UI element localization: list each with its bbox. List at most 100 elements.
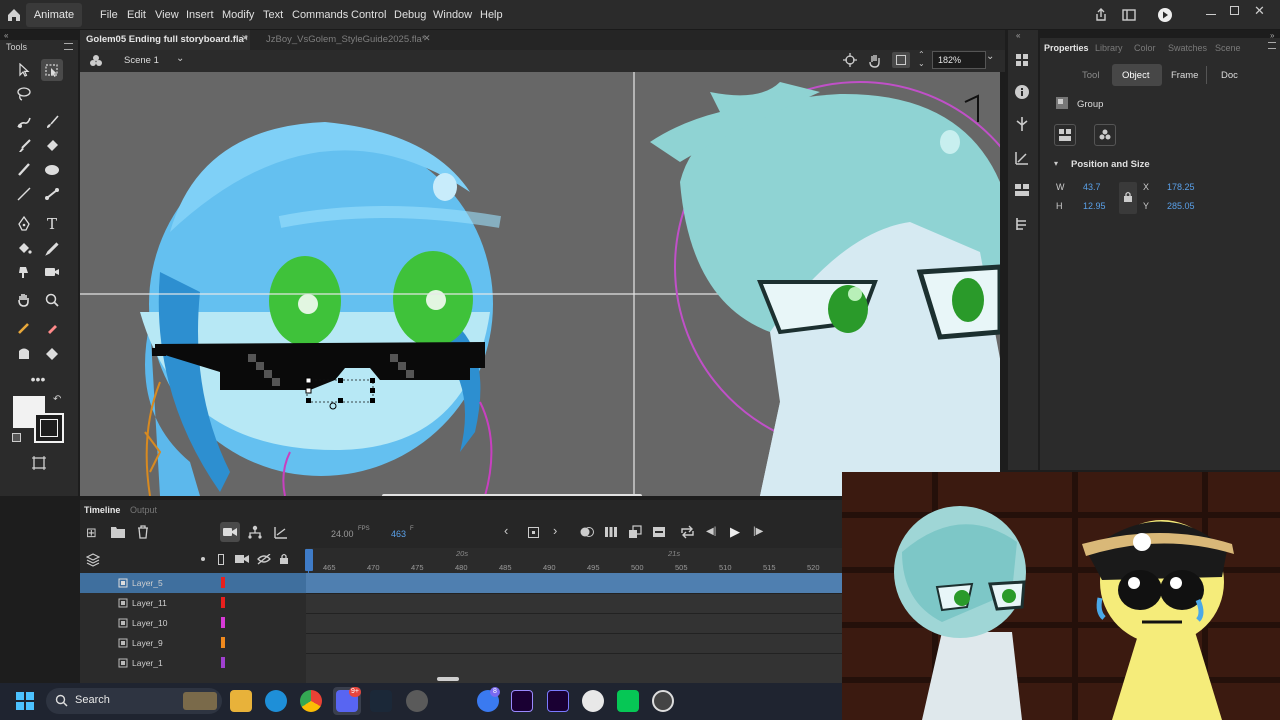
hand-tool-icon[interactable] bbox=[13, 289, 35, 311]
paint-bucket-icon[interactable] bbox=[13, 237, 35, 259]
share-icon[interactable] bbox=[1094, 8, 1108, 22]
camera-tool-icon[interactable] bbox=[41, 261, 63, 283]
width-field[interactable]: 43.7 bbox=[1083, 182, 1101, 192]
layer-row[interactable]: Layer_10 bbox=[80, 613, 306, 633]
section-title[interactable]: Position and Size bbox=[1071, 159, 1150, 170]
new-layer-icon[interactable]: ⊞ bbox=[86, 525, 97, 541]
visibility-icon[interactable] bbox=[257, 554, 271, 565]
delete-icon[interactable] bbox=[137, 525, 149, 539]
object-drawing-icon[interactable] bbox=[13, 343, 35, 365]
layer-color-swatch[interactable] bbox=[221, 637, 225, 648]
parenting-icon[interactable] bbox=[248, 525, 262, 539]
steam-icon[interactable] bbox=[370, 690, 392, 712]
taskbar-search[interactable]: Search bbox=[46, 688, 222, 714]
tab-styleguide[interactable]: JzBoy_VsGolem_StyleGuide2025.fla* bbox=[260, 30, 435, 50]
maximize-icon[interactable] bbox=[1230, 6, 1239, 15]
lock-icon[interactable] bbox=[279, 553, 289, 565]
lock-ratio-button[interactable] bbox=[1119, 182, 1137, 214]
menu-debug[interactable]: Debug bbox=[394, 0, 426, 30]
collapse-right-icon[interactable]: » bbox=[1270, 31, 1274, 40]
snap-icon[interactable] bbox=[41, 343, 63, 365]
timeline-scrollbar[interactable] bbox=[437, 677, 459, 681]
insert-keyframe-icon[interactable] bbox=[528, 527, 539, 538]
x-field[interactable]: 178.25 bbox=[1167, 182, 1195, 192]
components-icon[interactable] bbox=[1014, 182, 1030, 198]
tab-scene[interactable]: Scene bbox=[1215, 43, 1241, 53]
animate-icon[interactable] bbox=[511, 690, 533, 712]
layer-color-swatch[interactable] bbox=[221, 597, 225, 608]
step-back-icon[interactable]: ◀| bbox=[706, 526, 716, 537]
stage-canvas[interactable] bbox=[80, 72, 1000, 496]
subtab-tool[interactable]: Tool bbox=[1082, 70, 1099, 81]
play-icon[interactable]: ▶ bbox=[730, 524, 740, 540]
home-icon[interactable] bbox=[6, 7, 22, 23]
new-folder-icon[interactable] bbox=[111, 526, 125, 538]
layers-icon[interactable] bbox=[86, 553, 100, 567]
motion-presets-icon[interactable] bbox=[1014, 116, 1030, 132]
stroke-color-icon[interactable] bbox=[13, 317, 35, 339]
menu-text[interactable]: Text bbox=[263, 0, 283, 30]
menu-control[interactable]: Control bbox=[351, 0, 386, 30]
more-tools-icon[interactable]: ••• bbox=[27, 368, 49, 390]
pen-tool-icon[interactable] bbox=[13, 213, 35, 235]
scene-label[interactable]: Scene 1 bbox=[124, 55, 159, 66]
break-apart-button[interactable] bbox=[1054, 124, 1076, 146]
create-tween-icon[interactable] bbox=[652, 525, 666, 539]
center-stage-icon[interactable] bbox=[843, 53, 857, 67]
tab-close-icon[interactable]: ✕ bbox=[241, 33, 249, 44]
menu-modify[interactable]: Modify bbox=[222, 0, 254, 30]
panel-menu-icon[interactable] bbox=[1268, 42, 1276, 49]
bone-tool-icon[interactable] bbox=[41, 183, 63, 205]
eraser-tool-icon[interactable] bbox=[41, 135, 63, 157]
sync-symbols-icon[interactable] bbox=[628, 525, 642, 539]
zoom-tool-icon[interactable] bbox=[41, 289, 63, 311]
zoom-dropdown-icon[interactable]: ⌄ bbox=[986, 51, 998, 69]
step-forward-icon[interactable]: |▶ bbox=[753, 526, 763, 537]
edit-multiple-frames-icon[interactable] bbox=[604, 525, 618, 539]
zoom-stepper-icon[interactable]: ⌃ ⌄ bbox=[918, 50, 925, 68]
camera-lock-icon[interactable] bbox=[235, 554, 249, 565]
windows-start-icon[interactable] bbox=[16, 692, 34, 710]
tab-properties[interactable]: Properties bbox=[1044, 43, 1089, 53]
layer-row[interactable]: Layer_1 bbox=[80, 653, 306, 673]
subtab-frame[interactable]: Frame bbox=[1171, 70, 1198, 81]
selection-tool-icon[interactable] bbox=[13, 59, 35, 81]
swap-colors-icon[interactable]: ↶ bbox=[53, 394, 61, 405]
layer-row[interactable]: Layer_9 bbox=[80, 633, 306, 653]
lasso-tool-icon[interactable] bbox=[13, 83, 35, 105]
tab-swatches[interactable]: Swatches bbox=[1168, 43, 1207, 53]
tab-output[interactable]: Output bbox=[130, 505, 157, 515]
menu-view[interactable]: View bbox=[155, 0, 179, 30]
menu-file[interactable]: File bbox=[100, 0, 118, 30]
info-icon[interactable] bbox=[1014, 84, 1030, 100]
highlight-icon[interactable] bbox=[201, 557, 205, 561]
test-movie-icon[interactable] bbox=[1157, 7, 1173, 23]
edge-icon[interactable] bbox=[265, 690, 287, 712]
selected-frames[interactable] bbox=[306, 573, 842, 593]
tab-timeline[interactable]: Timeline bbox=[84, 505, 120, 515]
layer-color-swatch[interactable] bbox=[221, 617, 225, 628]
brush-tool-icon[interactable] bbox=[41, 111, 63, 133]
close-icon[interactable]: ✕ bbox=[1254, 3, 1265, 19]
current-frame-field[interactable]: 463 bbox=[391, 529, 406, 539]
asset-warp-icon[interactable] bbox=[13, 261, 35, 283]
camera-layer-button[interactable] bbox=[220, 522, 240, 542]
app-name[interactable]: Animate bbox=[26, 3, 82, 27]
minimize-icon[interactable] bbox=[1206, 14, 1216, 15]
oval-tool-icon[interactable] bbox=[41, 159, 63, 181]
outline-icon[interactable] bbox=[218, 554, 224, 565]
y-field[interactable]: 285.05 bbox=[1167, 201, 1195, 211]
align-icon[interactable] bbox=[1014, 52, 1030, 68]
rotation-icon[interactable] bbox=[867, 53, 882, 68]
onion-skin-icon[interactable] bbox=[580, 526, 594, 538]
menu-edit[interactable]: Edit bbox=[127, 0, 146, 30]
layer-color-swatch[interactable] bbox=[221, 577, 225, 588]
collapse-strip-icon[interactable]: « bbox=[1016, 31, 1020, 40]
height-field[interactable]: 12.95 bbox=[1083, 201, 1106, 211]
layer-row[interactable]: Layer_5 bbox=[80, 573, 306, 593]
subtab-doc[interactable]: Doc bbox=[1221, 70, 1238, 81]
tab-golem05[interactable]: Golem05 Ending full storyboard.fla* bbox=[80, 30, 250, 50]
line-icon[interactable] bbox=[617, 690, 639, 712]
tab-close-icon[interactable]: ✕ bbox=[423, 33, 431, 44]
prev-keyframe-icon[interactable]: ‹ bbox=[504, 523, 508, 538]
